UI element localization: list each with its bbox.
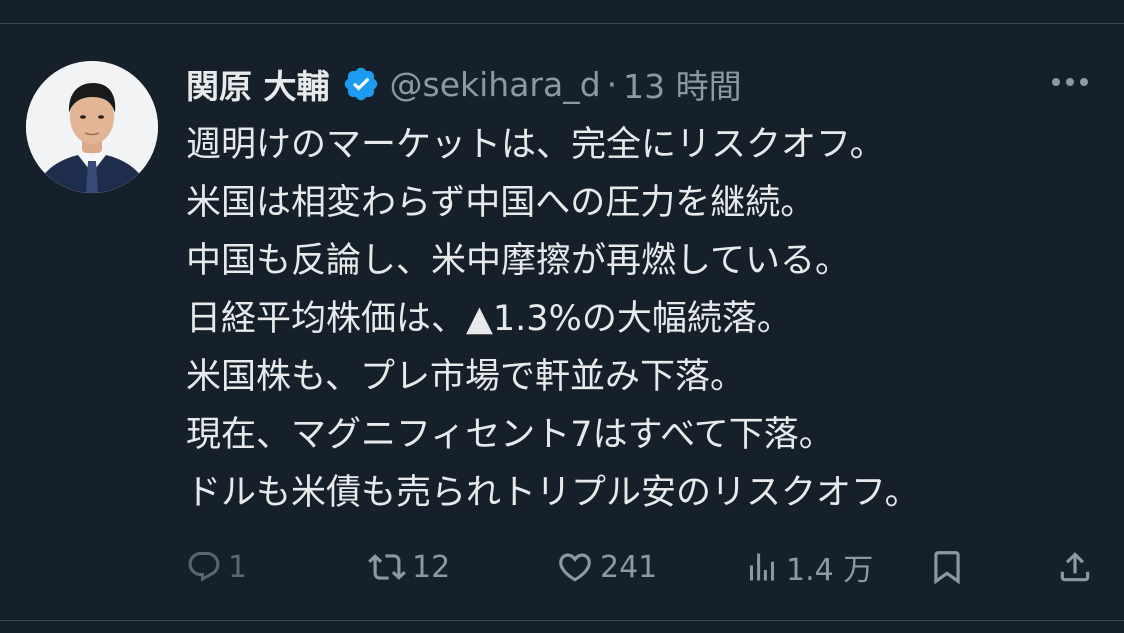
retweet-button[interactable]: 12	[368, 545, 450, 589]
share-button[interactable]	[1056, 545, 1094, 589]
tweet-body: 週明けのマーケットは、完全にリスクオフ。 米国は相変わらず中国への圧力を継続。 …	[186, 116, 1106, 522]
tweet-body-line: 週明けのマーケットは、完全にリスクオフ。	[186, 125, 885, 165]
author-handle[interactable]: @sekihara_d	[390, 65, 601, 104]
retweet-icon	[368, 554, 406, 580]
avatar[interactable]	[26, 61, 158, 193]
reply-button[interactable]: 1	[186, 545, 247, 589]
top-divider	[0, 0, 1124, 24]
tweet-timestamp[interactable]: 13 時間	[623, 60, 741, 108]
reply-count: 1	[228, 549, 248, 585]
verified-badge-icon[interactable]	[342, 65, 380, 103]
tweet-body-line: 米国株も、プレ市場で軒並み下落。	[186, 357, 745, 397]
bookmark-button[interactable]	[928, 545, 966, 589]
author-display-name[interactable]: 関原 大輔	[186, 60, 330, 108]
tweet-header: 関原 大輔 @sekihara_d · 13 時間	[186, 60, 742, 108]
tweet-body-line: 米国は相変わらず中国への圧力を継続。	[186, 183, 816, 223]
views-button[interactable]: 1.4 万	[744, 545, 873, 589]
bookmark-icon	[934, 551, 960, 585]
reply-icon	[188, 552, 220, 582]
tweet-action-bar: 1 12 241 1.4 万	[0, 545, 1124, 589]
header-separator: ·	[606, 64, 618, 104]
avatar-image	[26, 61, 158, 193]
tweet-body-line: 日経平均株価は、▲1.3%の大幅続落。	[186, 299, 792, 339]
like-count: 241	[600, 549, 658, 585]
more-icon	[1052, 78, 1088, 86]
like-button[interactable]: 241	[556, 545, 657, 589]
more-options-button[interactable]	[1046, 62, 1094, 102]
views-count: 1.4 万	[786, 553, 874, 588]
bottom-divider	[0, 620, 1124, 633]
tweet-body-line: ドルも米債も売られトリプル安のリスクオフ。	[186, 473, 920, 513]
heart-icon	[559, 553, 591, 582]
tweet-body-line: 中国も反論し、米中摩擦が再燃している。	[186, 241, 850, 281]
retweet-count: 12	[412, 549, 451, 585]
share-icon	[1060, 552, 1090, 582]
tweet-body-line: 現在、マグニフィセント7はすべて下落。	[186, 415, 834, 455]
views-icon	[750, 553, 774, 581]
